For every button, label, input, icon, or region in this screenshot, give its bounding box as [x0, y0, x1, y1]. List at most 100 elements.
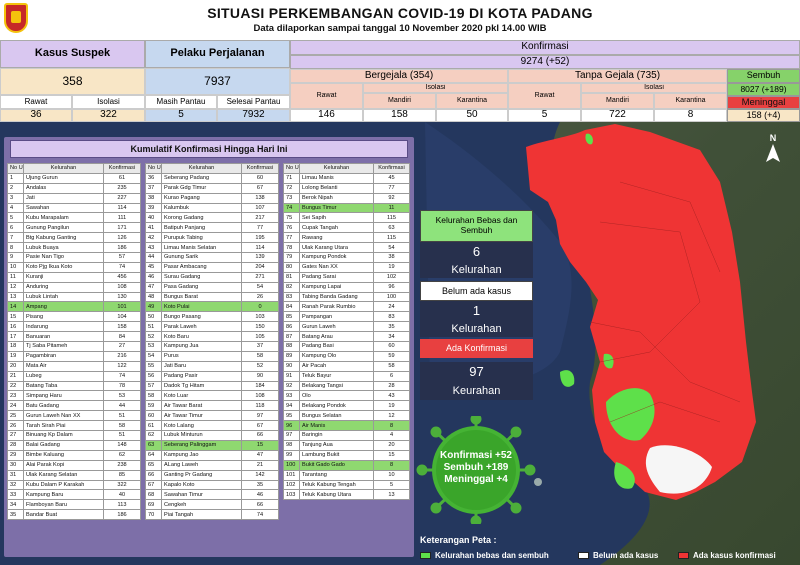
table-row: 27 Binuang Kp Dalam 51 [7, 430, 141, 441]
bergejala-karantina-value: 50 [436, 109, 508, 122]
kelurahan-name: Seberang Palinggam [161, 439, 242, 451]
table-row: 71 Limau Manis 45 [283, 172, 410, 184]
kelurahan-name: Seberang Padang [161, 172, 242, 184]
table-row: 1 Ujung Gurun 61 [7, 172, 141, 184]
konfirmasi-count: 77 [373, 182, 410, 194]
table-row: 29 Bimbe Kaluang 62 [7, 449, 141, 461]
row-number: 24 [7, 400, 24, 412]
table-row: 25 Gurun Laweh Nan XX 51 [7, 410, 141, 422]
row-number: 101 [283, 469, 300, 481]
row-number: 88 [283, 341, 300, 352]
row-number: 57 [145, 380, 162, 392]
konfirmasi-count: 107 [241, 202, 279, 214]
belum-unit: Kelurahan [420, 321, 533, 337]
kelurahan-name: Surau Gadang [161, 271, 242, 283]
table-row: 52 Koto Baru 105 [145, 331, 279, 343]
kelurahan-name: Pampangan [299, 311, 374, 323]
legend-title: Keterangan Peta : [420, 535, 497, 545]
table-row: 72 Lolong Belanti 77 [283, 182, 410, 194]
kelurahan-name: Koto Pulai [161, 301, 242, 313]
legend-green-label: Kelurahan bebas dan sembuh [435, 551, 549, 560]
table-row: 95 Bungus Selatan 12 [283, 410, 410, 422]
kelurahan-name: Kuranji [23, 271, 104, 283]
kelurahan-name: Koto Luar [161, 390, 242, 402]
konfirmasi-count: 66 [241, 430, 279, 441]
row-number: 38 [145, 192, 162, 204]
table-row: 19 Pagambiran 216 [7, 350, 141, 362]
konfirmasi-count: 217 [241, 212, 279, 224]
badge-sembuh: Sembuh +189 [443, 462, 509, 473]
row-number: 99 [283, 449, 300, 461]
table-row: 15 Pisang 104 [7, 311, 141, 323]
konfirmasi-count: 85 [103, 469, 141, 481]
table-row: 100 Bukit Gado Gado 8 [283, 459, 410, 471]
row-number: 46 [145, 271, 162, 283]
konfirmasi-count: 77 [241, 222, 279, 234]
row-number: 75 [283, 212, 300, 224]
header: SITUASI PERKEMBANGAN COVID-19 DI KOTA PA… [0, 0, 800, 40]
kelurahan-name: Bukit Gado Gado [299, 459, 374, 471]
konfirmasi-count: 27 [103, 341, 141, 352]
konfirmasi-count: 24 [373, 301, 410, 313]
perjalanan-pantau-value: 5 [145, 109, 217, 122]
konfirmasi-count: 28 [373, 380, 410, 392]
row-number: 69 [145, 499, 162, 511]
konfirmasi-count: 92 [373, 192, 410, 204]
col-header-no: No Urut [145, 163, 162, 174]
row-number: 90 [283, 360, 300, 372]
row-number: 18 [7, 341, 24, 352]
kelurahan-name: Sei Sapih [299, 212, 374, 224]
kelurahan-name: Sawahan [23, 202, 104, 214]
kelurahan-name: Kapalo Koto [161, 479, 242, 491]
konfirmasi-count: 45 [373, 172, 410, 184]
suspek-isolasi-label: Isolasi [72, 95, 145, 109]
col-header-konfirmasi: Konfirmasi [241, 163, 279, 174]
kelurahan-name: Tarah Sirah Piai [23, 420, 104, 432]
bergejala-isolasi-label: Isolasi [363, 83, 508, 93]
table-row: 11 Kuranji 456 [7, 271, 141, 283]
table-row: 40 Korong Gadang 217 [145, 212, 279, 224]
kelurahan-name: Korong Gadang [161, 212, 242, 224]
kelurahan-name: Kubu Marapalam [23, 212, 104, 224]
row-number: 36 [145, 172, 162, 184]
kelurahan-name: Air Pacah [299, 360, 374, 372]
kelurahan-name: Batipuh Panjang [161, 222, 242, 234]
table-row: 39 Kalumbuk 107 [145, 202, 279, 214]
kelurahan-name: Koto Baru [161, 331, 242, 343]
table-row: 55 Jati Baru 52 [145, 360, 279, 372]
row-number: 15 [7, 311, 24, 323]
row-number: 62 [145, 430, 162, 441]
tanpa-gejala-mandiri-label: Mandiri [581, 93, 654, 109]
perjalanan-selesai-label: Selesai Pantau [217, 95, 290, 109]
belum-count: 1 [420, 301, 533, 321]
table-row: 81 Padang Sarai 102 [283, 271, 410, 283]
kelurahan-name: Tabing Banda Gadang [299, 291, 374, 303]
bebas-count: 6 [420, 242, 533, 262]
row-number: 22 [7, 380, 24, 392]
konfirmasi-count: 83 [373, 311, 410, 323]
table-row: 47 Pasa Gadang 54 [145, 281, 279, 293]
table-row: 33 Kampung Baru 40 [7, 489, 141, 501]
kelurahan-name: Baringin [299, 430, 374, 441]
table-row: 6 Gunung Pangilun 171 [7, 222, 141, 234]
row-number: 19 [7, 350, 24, 362]
kelurahan-name: Cupak Tangah [299, 222, 374, 234]
kelurahan-name: Ulak Karang Selatan [23, 469, 104, 481]
row-number: 92 [283, 380, 300, 392]
row-number: 8 [7, 242, 24, 254]
meninggal-value: 158 (+4) [727, 109, 800, 122]
konfirmasi-count: 19 [373, 261, 410, 273]
konfirmasi-count: 130 [103, 291, 141, 303]
kelurahan-name: Kampung Jao [161, 449, 242, 461]
row-number: 23 [7, 390, 24, 402]
konfirmasi-count: 44 [103, 400, 141, 412]
konfirmasi-count: 100 [373, 291, 410, 303]
table-row: 43 Limau Manis Selatan 114 [145, 242, 279, 254]
konfirmasi-count: 105 [241, 331, 279, 343]
table-row: 24 Batu Gadang 44 [7, 400, 141, 412]
kelurahan-name: Kubu Dalam P Karakah [23, 479, 104, 491]
bebas-unit: Kelurahan [420, 262, 533, 278]
konfirmasi-count: 15 [373, 449, 410, 461]
kelurahan-name: Btg Kabung Ganting [23, 232, 104, 244]
table-row: 32 Kubu Dalam P Karakah 322 [7, 479, 141, 491]
